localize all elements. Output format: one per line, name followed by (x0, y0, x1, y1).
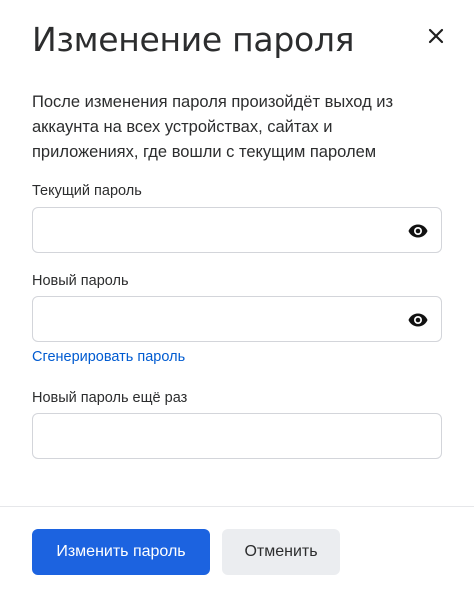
change-password-dialog: Изменение пароля После изменения пароля … (0, 0, 474, 604)
repeat-password-field-wrapper (32, 413, 442, 459)
close-button[interactable] (420, 20, 452, 52)
eye-icon (408, 224, 428, 238)
repeat-password-label: Новый пароль ещё раз (32, 390, 188, 406)
generate-password-link[interactable]: Сгенерировать пароль (32, 349, 185, 365)
show-new-password-button[interactable] (407, 309, 429, 331)
dialog-description: После изменения пароля произойдёт выход … (32, 93, 394, 161)
current-password-input[interactable] (33, 208, 441, 252)
close-icon (428, 28, 444, 44)
new-password-field-wrapper (32, 296, 442, 342)
new-password-label: Новый пароль (32, 273, 129, 289)
show-current-password-button[interactable] (407, 220, 429, 242)
change-password-button[interactable]: Изменить пароль (32, 529, 210, 575)
dialog-title: Изменение пароля (32, 20, 355, 59)
cancel-button[interactable]: Отменить (222, 529, 340, 575)
current-password-label: Текущий пароль (32, 183, 142, 199)
repeat-password-input[interactable] (33, 414, 441, 458)
footer-divider (0, 506, 474, 507)
new-password-input[interactable] (33, 297, 441, 341)
current-password-field-wrapper (32, 207, 442, 253)
eye-icon (408, 313, 428, 327)
